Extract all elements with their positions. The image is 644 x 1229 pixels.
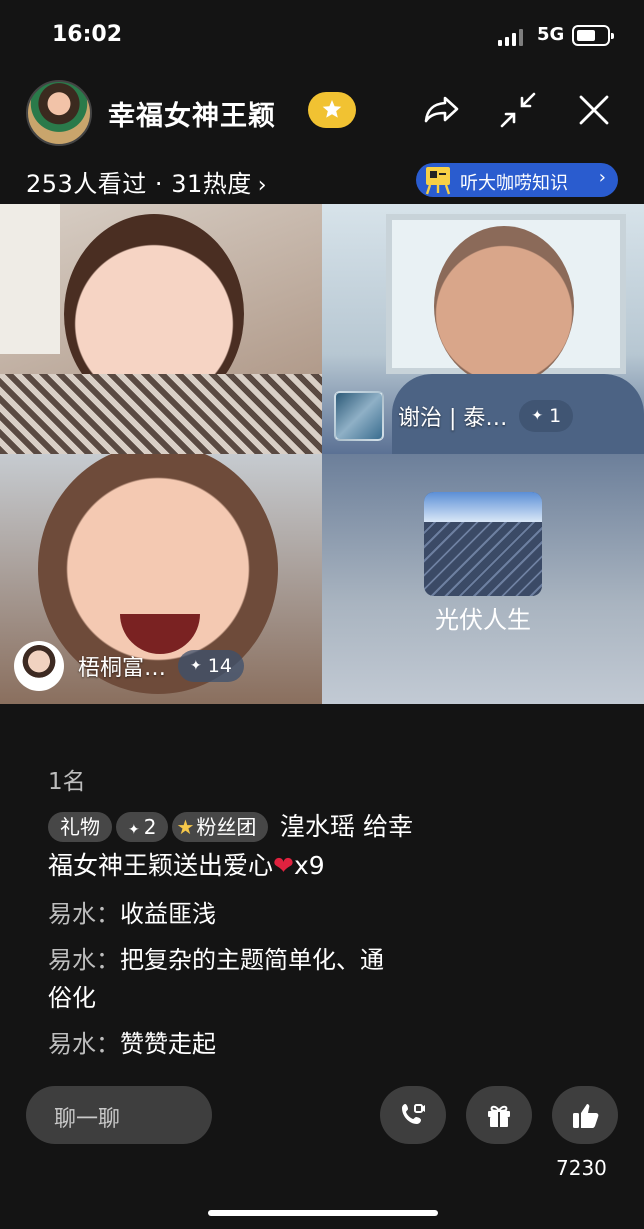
guest-name: 梧桐富… — [78, 656, 167, 681]
verified-badge-icon — [308, 92, 356, 128]
chat-message-cont: 俗化 — [48, 978, 96, 1018]
like-button[interactable] — [552, 1086, 618, 1144]
promo-banner[interactable]: 听大咖唠知识 › — [416, 163, 618, 197]
chat-username[interactable]: 易水： — [48, 946, 120, 974]
host-jacket — [0, 374, 322, 454]
sparkle-icon: ✦ — [190, 658, 202, 674]
status-bar: 16:02 5G — [0, 0, 644, 72]
live-header: 幸福女神王颖 — [0, 72, 644, 152]
user-level-tag: ✦ 2 — [116, 812, 169, 842]
chevron-right-icon: › — [257, 173, 268, 198]
video-tile-guest-2[interactable]: 梧桐富… ✦ 14 — [0, 454, 322, 704]
calligraphy-wall — [0, 204, 60, 354]
gift-tag: 礼物 — [48, 812, 112, 842]
like-count: 7230 — [556, 1156, 607, 1180]
share-icon[interactable] — [420, 88, 464, 132]
gift-text-line1: 湟水瑶 给幸 — [280, 812, 413, 841]
guest-name: 光伏人生 — [435, 606, 531, 634]
solar-panel-thumbnail — [424, 492, 542, 596]
bottom-bar: 聊一聊 7230 — [0, 1084, 644, 1229]
guest-level-badge: ✦ 14 — [178, 650, 244, 682]
fan-club-label: 粉丝团 — [196, 815, 257, 839]
clock: 16:02 — [52, 22, 123, 47]
video-tile-host[interactable] — [0, 204, 322, 454]
gift-button[interactable] — [466, 1086, 532, 1144]
tile-label-guest-1: 谢治 | 泰… ✦ 1 — [334, 391, 574, 441]
gift-icon — [488, 1105, 510, 1127]
chat-message: 易水：赞赞走起 — [48, 1024, 216, 1064]
sparkle-icon: ✦ — [128, 822, 140, 838]
call-button[interactable] — [380, 1086, 446, 1144]
gift-text-line2: 福女神王颖送出爱心 — [48, 851, 274, 880]
fan-club-tag: ★ 粉丝团 — [172, 812, 269, 842]
heart-icon: ❤ — [273, 851, 294, 880]
battery-icon — [572, 25, 614, 46]
easel-icon — [425, 167, 451, 195]
home-indicator[interactable] — [208, 1210, 438, 1216]
chat-message: 易水：把复杂的主题简单化、通 — [48, 940, 384, 980]
gift-message: 礼物 ✦ 2 ★ 粉丝团 湟水瑶 给幸 — [48, 806, 413, 847]
chat-text: 赞赞走起 — [120, 1030, 216, 1058]
chat-username[interactable]: 易水： — [48, 900, 120, 928]
viewer-count: 253人看过 · 31热度 — [26, 170, 252, 198]
chat-username[interactable]: 易水： — [48, 1030, 120, 1058]
minimize-icon[interactable] — [496, 88, 540, 132]
chevron-right-icon: › — [598, 167, 606, 188]
phone-video-icon — [402, 1104, 425, 1124]
chat-text: 收益匪浅 — [120, 900, 216, 928]
chat-input-placeholder: 聊一聊 — [54, 1107, 121, 1132]
promo-label: 听大咖唠知识 — [460, 173, 568, 194]
guest-avatar — [14, 641, 64, 691]
guest-name: 谢治 | 泰… — [398, 406, 508, 431]
sparkle-icon: ✦ — [531, 408, 544, 424]
gift-count: x9 — [293, 851, 325, 880]
chat-feed: 1名 礼物 ✦ 2 ★ 粉丝团 湟水瑶 给幸 福女神王颖送出爱心❤x9 易水：收益匪浅 … — [0, 704, 644, 1084]
video-tile-guest-1[interactable]: 谢治 | 泰… ✦ 1 — [322, 204, 644, 454]
chat-input[interactable]: 聊一聊 — [26, 1086, 212, 1144]
gift-message-cont: 福女神王颖送出爱心❤x9 — [48, 846, 325, 886]
guest-level-badge: ✦ 1 — [519, 400, 574, 432]
guest-level: 1 — [549, 405, 562, 427]
chat-text: 俗化 — [48, 984, 96, 1012]
tile-label-guest-2: 梧桐富… ✦ 14 — [14, 641, 244, 691]
network-type: 5G — [537, 24, 565, 45]
close-icon[interactable] — [572, 88, 616, 132]
video-tile-guest-3[interactable]: 光伏人生 — [322, 454, 644, 704]
host-name[interactable]: 幸福女神王颖 — [108, 94, 276, 133]
guest-avatar — [334, 391, 384, 441]
host-avatar[interactable] — [26, 80, 92, 146]
chat-text: 把复杂的主题简单化、通 — [120, 946, 384, 974]
viewer-stats[interactable]: 253人看过 · 31热度 › — [26, 164, 267, 199]
star-icon: ★ — [176, 815, 195, 839]
rank-label: 1名 — [48, 769, 86, 795]
guest-level: 14 — [207, 655, 232, 677]
signal-icon — [498, 28, 526, 46]
user-level: 2 — [143, 815, 157, 839]
thumbs-up-icon — [573, 1104, 599, 1128]
stats-row: 253人看过 · 31热度 › 听大咖唠知识 › — [0, 152, 644, 204]
guest-face — [434, 226, 574, 386]
chat-message: 易水：收益匪浅 — [48, 894, 216, 934]
